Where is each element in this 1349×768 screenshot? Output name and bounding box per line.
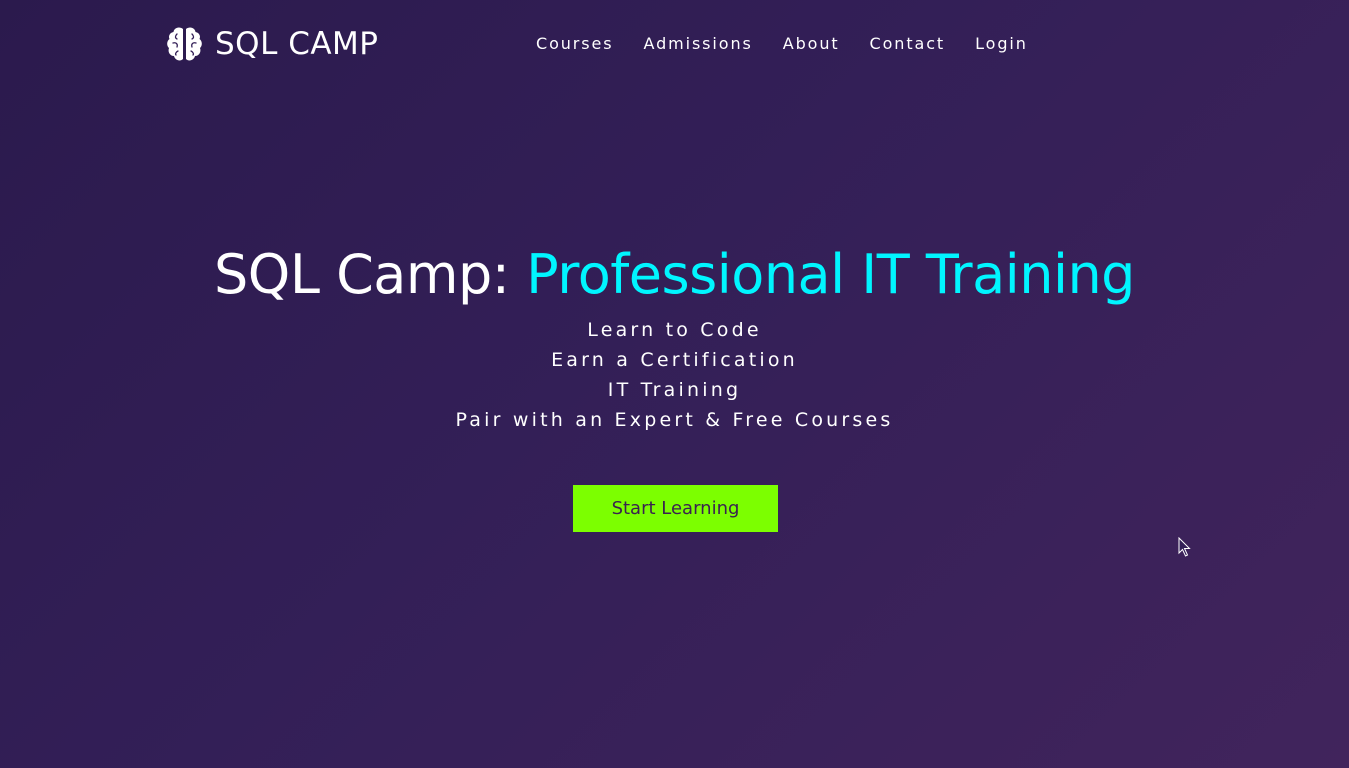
nav-link-courses[interactable]: Courses — [536, 33, 614, 55]
top-navbar: SQL CAMP Courses Admissions About Contac… — [0, 0, 1349, 88]
tagline-it-training: IT Training — [607, 379, 742, 401]
nav-link-admissions[interactable]: Admissions — [644, 33, 753, 55]
mouse-cursor-icon — [1178, 536, 1192, 557]
nav-link-contact[interactable]: Contact — [870, 33, 946, 55]
hero-taglines: Learn to Code Earn a Certification IT Tr… — [0, 315, 1349, 435]
brand-name: SQL CAMP — [215, 26, 379, 62]
start-learning-button[interactable]: Start Learning — [573, 485, 778, 532]
hero-title-accent: Professional IT Training — [526, 243, 1135, 306]
hero-section: SQL Camp: Professional IT Training Learn… — [0, 240, 1349, 435]
hero-title: SQL Camp: Professional IT Training — [0, 240, 1349, 310]
brain-icon — [166, 26, 203, 62]
tagline-certification: Earn a Certification — [551, 349, 798, 371]
tagline-learn-to-code: Learn to Code — [587, 319, 762, 341]
main-nav: Courses Admissions About Contact Login — [536, 33, 1028, 55]
nav-link-about[interactable]: About — [783, 33, 840, 55]
nav-link-login[interactable]: Login — [975, 33, 1028, 55]
tagline-pair-with-expert: Pair with an Expert & Free Courses — [455, 409, 894, 431]
hero-title-prefix: SQL Camp: — [214, 243, 527, 306]
brand-logo-link[interactable]: SQL CAMP — [166, 24, 379, 64]
